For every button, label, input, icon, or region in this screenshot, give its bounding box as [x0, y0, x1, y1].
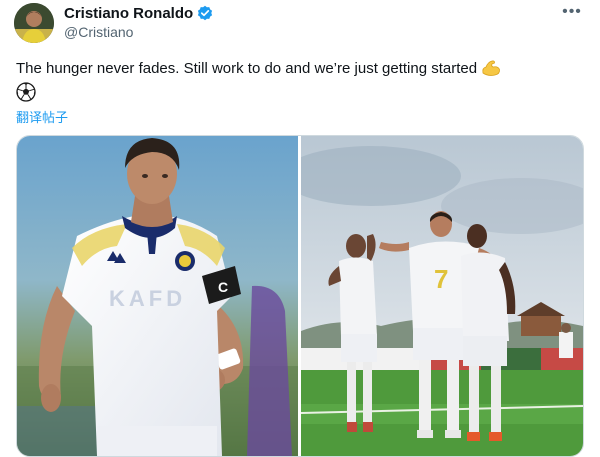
- user-handle[interactable]: @Cristiano: [64, 24, 213, 40]
- tweet-photo-2[interactable]: 7: [301, 136, 583, 456]
- tweet-text: The hunger never fades. Still work to do…: [16, 58, 586, 102]
- svg-text:C: C: [218, 279, 228, 295]
- tweet-photo-1[interactable]: C KAFD: [17, 136, 298, 456]
- soccer-ball-emoji-icon: [16, 82, 36, 102]
- more-options-icon[interactable]: •••: [560, 2, 584, 22]
- jersey-sponsor-text: KAFD: [109, 286, 186, 311]
- flexed-biceps-emoji-icon: [481, 59, 501, 77]
- avatar[interactable]: [14, 3, 54, 43]
- media-grid: C KAFD 7: [16, 135, 584, 457]
- translate-post-link[interactable]: 翻译帖子: [16, 107, 68, 126]
- display-name[interactable]: Cristiano Ronaldo: [64, 5, 193, 22]
- jersey-number-text: 7: [434, 264, 448, 294]
- tweet-header: Cristiano Ronaldo @Cristiano: [64, 4, 213, 40]
- name-row: Cristiano Ronaldo: [64, 4, 213, 22]
- tweet: Cristiano Ronaldo @Cristiano ••• The hun…: [0, 0, 600, 457]
- verified-badge-icon: [197, 5, 213, 21]
- tweet-text-content: The hunger never fades. Still work to do…: [16, 60, 478, 77]
